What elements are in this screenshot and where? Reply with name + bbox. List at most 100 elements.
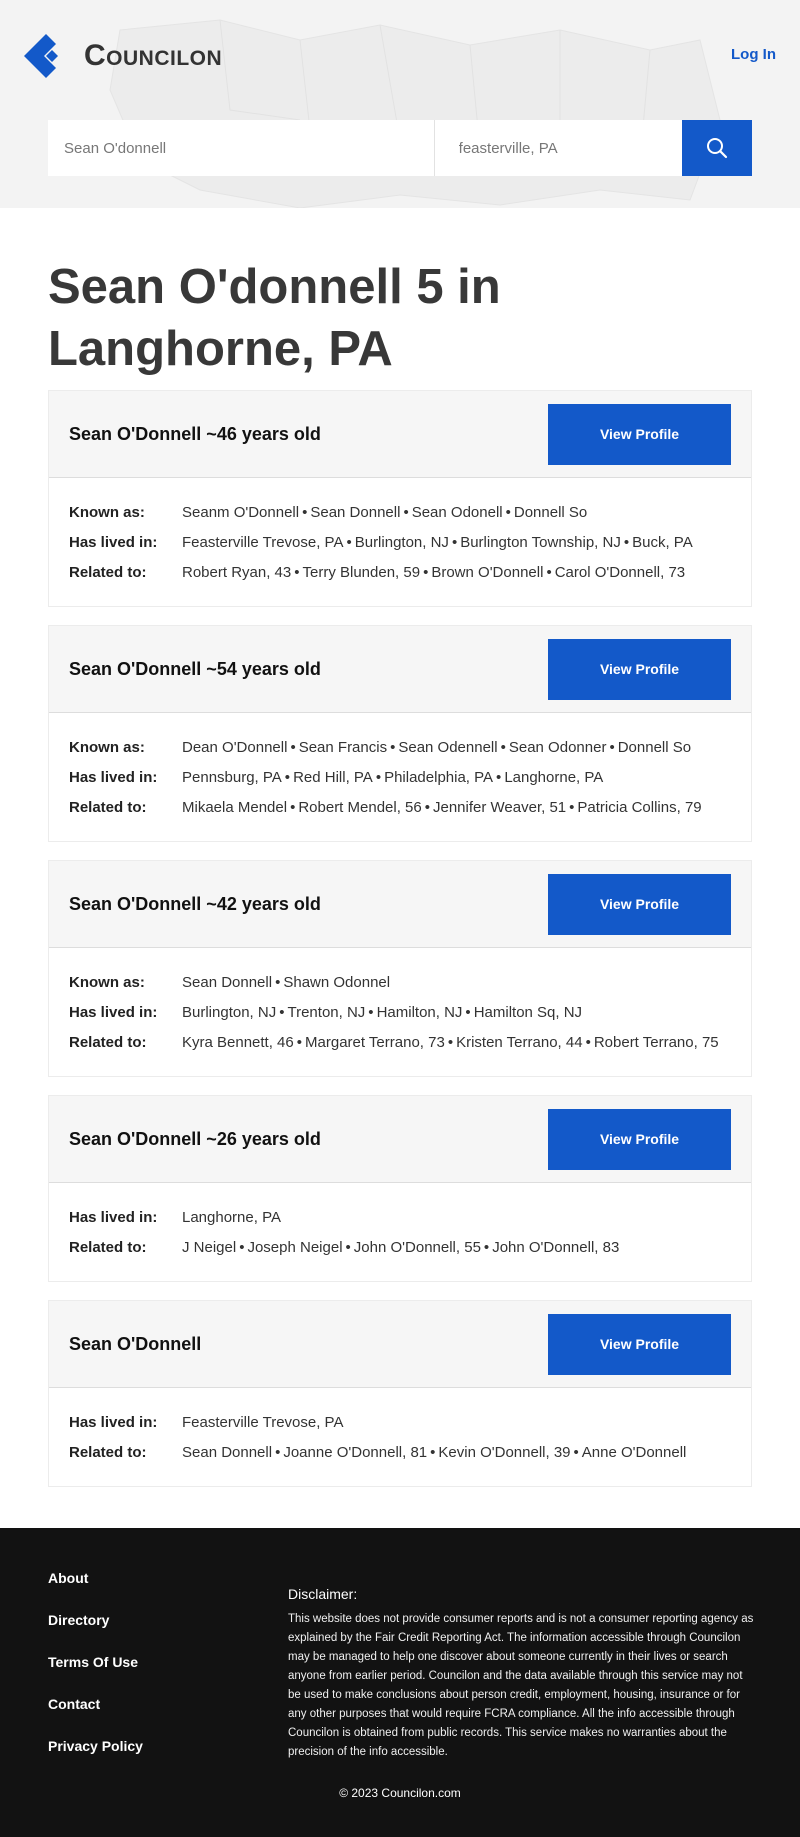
- related-to-row: Related to: Mikaela Mendel • Robert Mendel…: [69, 793, 731, 823]
- detail-item: Margaret Terrano, 73: [305, 1034, 445, 1051]
- bullet-separator: •: [465, 1004, 471, 1021]
- bullet-separator: •: [505, 504, 511, 521]
- result-card-header: Sean O'Donnell ~54 years old View Profil…: [49, 626, 751, 713]
- footer-link-privacy[interactable]: Privacy Policy: [48, 1738, 143, 1754]
- detail-item: Terry Blunden, 59: [302, 564, 421, 581]
- bullet-separator: •: [609, 739, 615, 756]
- detail-item: Sean Donnell: [182, 1444, 273, 1461]
- detail-item: Pennsburg, PA: [182, 769, 282, 786]
- footer-link-directory[interactable]: Directory: [48, 1612, 143, 1628]
- detail-item: Sean Odonell: [411, 504, 503, 521]
- footer-link-contact[interactable]: Contact: [48, 1696, 143, 1712]
- detail-item: Trenton, NJ: [287, 1004, 366, 1021]
- detail-item: Patricia Collins, 79: [577, 799, 702, 816]
- site-header: Councilon Log In: [0, 0, 800, 208]
- has-lived-in-row: Has lived in: Feasterville Trevose, PA: [69, 1408, 731, 1438]
- related-to-row: Related to: Sean Donnell • Joanne O'Donnel…: [69, 1438, 731, 1468]
- detail-item: Robert Terrano, 75: [593, 1034, 719, 1051]
- has-lived-in-values: Pennsburg, PA • Red Hill, PA • Philadelphia,…: [182, 763, 603, 793]
- disclaimer-text: This website does not provide consumer r…: [288, 1613, 754, 1758]
- detail-item: Hamilton Sq, NJ: [473, 1004, 583, 1021]
- login-link[interactable]: Log In: [731, 46, 776, 63]
- bullet-separator: •: [375, 769, 382, 786]
- has-lived-in-label: Has lived in:: [69, 534, 158, 551]
- related-to-label: Related to:: [69, 799, 147, 816]
- detail-item: Burlington, NJ: [354, 534, 449, 551]
- location-search-input[interactable]: [434, 120, 682, 176]
- footer-link-about[interactable]: About: [48, 1570, 143, 1586]
- bullet-separator: •: [403, 504, 409, 521]
- councilon-logo-icon: [24, 34, 58, 78]
- person-name: Sean O'Donnell ~54 years old: [69, 658, 321, 679]
- detail-item: Kevin O'Donnell, 39: [438, 1444, 571, 1461]
- detail-item: Joanne O'Donnell, 81: [283, 1444, 428, 1461]
- view-profile-button[interactable]: View Profile: [548, 403, 731, 465]
- bullet-separator: •: [451, 534, 458, 551]
- bullet-separator: •: [483, 1239, 490, 1256]
- has-lived-in-row: Has lived in: Burlington, NJ • Trenton, NJ…: [69, 998, 731, 1028]
- search-button[interactable]: [681, 120, 752, 176]
- bullet-separator: •: [424, 799, 430, 816]
- detail-item: Hamilton, NJ: [376, 1004, 463, 1021]
- detail-item: Jennifer Weaver, 51: [433, 799, 567, 816]
- view-profile-button[interactable]: View Profile: [548, 638, 731, 700]
- result-card: Sean O'Donnell ~46 years old View Profil…: [48, 390, 752, 607]
- known-as-values: Sean Donnell • Shawn Odonnel: [182, 968, 390, 998]
- view-profile-button[interactable]: View Profile: [548, 873, 731, 935]
- related-to-values: Kyra Bennett, 46 • Margaret Terrano, 73 • Kr…: [182, 1028, 719, 1058]
- name-search-input[interactable]: [48, 120, 435, 176]
- has-lived-in-row: Has lived in: Pennsburg, PA • Red Hill, PA…: [69, 763, 731, 793]
- has-lived-in-values: Langhorne, PA: [182, 1203, 281, 1233]
- view-profile-button[interactable]: View Profile: [548, 1313, 731, 1375]
- result-card-header: Sean O'Donnell View Profile: [49, 1301, 751, 1388]
- related-to-label: Related to:: [69, 1034, 147, 1051]
- has-lived-in-values: Feasterville Trevose, PA: [182, 1408, 343, 1438]
- site-footer: About Directory Terms Of Use Contact Pri…: [0, 1528, 800, 1837]
- footer-link-terms[interactable]: Terms Of Use: [48, 1654, 143, 1670]
- result-card-header: Sean O'Donnell ~46 years old View Profil…: [49, 391, 751, 478]
- bullet-separator: •: [390, 739, 396, 756]
- bullet-separator: •: [585, 1034, 591, 1051]
- detail-item: Donnell So: [617, 739, 692, 756]
- detail-item: Buck, PA: [632, 534, 693, 551]
- related-to-values: J Neigel • Joseph Neigel • John O'Donnell, 5…: [182, 1233, 619, 1263]
- has-lived-in-label: Has lived in:: [69, 1209, 158, 1226]
- related-to-values: Sean Donnell • Joanne O'Donnell, 81 • Kevin …: [182, 1438, 686, 1468]
- brand-logo[interactable]: Councilon: [22, 32, 222, 80]
- bullet-separator: •: [345, 1239, 351, 1256]
- has-lived-in-row: Has lived in: Langhorne, PA: [69, 1203, 731, 1233]
- bullet-separator: •: [623, 534, 630, 551]
- bullet-separator: •: [430, 1444, 436, 1461]
- result-card-details: Known as: Seanm O'Donnell • Sean Donnell • S…: [49, 478, 751, 606]
- result-card-details: Known as: Sean Donnell • Shawn Odonnel Has…: [49, 948, 751, 1076]
- detail-item: John O'Donnell, 83: [492, 1239, 620, 1256]
- view-profile-button[interactable]: View Profile: [548, 1108, 731, 1170]
- result-card-details: Has lived in: Feasterville Trevose, PA R…: [49, 1388, 751, 1486]
- result-card-details: Has lived in: Langhorne, PA Related to: …: [49, 1183, 751, 1281]
- detail-item: Joseph Neigel: [247, 1239, 343, 1256]
- bullet-separator: •: [496, 769, 502, 786]
- related-to-row: Related to: Kyra Bennett, 46 • Margaret Te…: [69, 1028, 731, 1058]
- result-card-header: Sean O'Donnell ~42 years old View Profil…: [49, 861, 751, 948]
- has-lived-in-label: Has lived in:: [69, 1414, 158, 1431]
- detail-item: Sean Odennell: [398, 739, 498, 756]
- known-as-values: Seanm O'Donnell • Sean Donnell • Sean Odonel…: [182, 498, 587, 528]
- has-lived-in-values: Feasterville Trevose, PA • Burlington, NJ •…: [182, 528, 693, 558]
- bullet-separator: •: [569, 799, 575, 816]
- person-name: Sean O'Donnell ~26 years old: [69, 1128, 321, 1149]
- bullet-separator: •: [290, 799, 296, 816]
- detail-item: Donnell So: [513, 504, 588, 521]
- related-to-values: Mikaela Mendel • Robert Mendel, 56 • Jennife…: [182, 793, 702, 823]
- known-as-values: Dean O'Donnell • Sean Francis • Sean Odennel…: [182, 733, 691, 763]
- detail-item: J Neigel: [182, 1239, 237, 1256]
- related-to-row: Related to: J Neigel • Joseph Neigel • John …: [69, 1233, 731, 1263]
- known-as-row: Known as: Sean Donnell • Shawn Odonnel: [69, 968, 731, 998]
- detail-item: Kristen Terrano, 44: [456, 1034, 583, 1051]
- bullet-separator: •: [284, 769, 291, 786]
- search-icon: [706, 138, 727, 159]
- has-lived-in-label: Has lived in:: [69, 1004, 158, 1021]
- detail-item: Langhorne, PA: [182, 1209, 281, 1226]
- detail-item: Mikaela Mendel: [182, 799, 288, 816]
- person-name: Sean O'Donnell: [69, 1333, 202, 1354]
- related-to-row: Related to: Robert Ryan, 43 • Terry Blunde…: [69, 558, 731, 588]
